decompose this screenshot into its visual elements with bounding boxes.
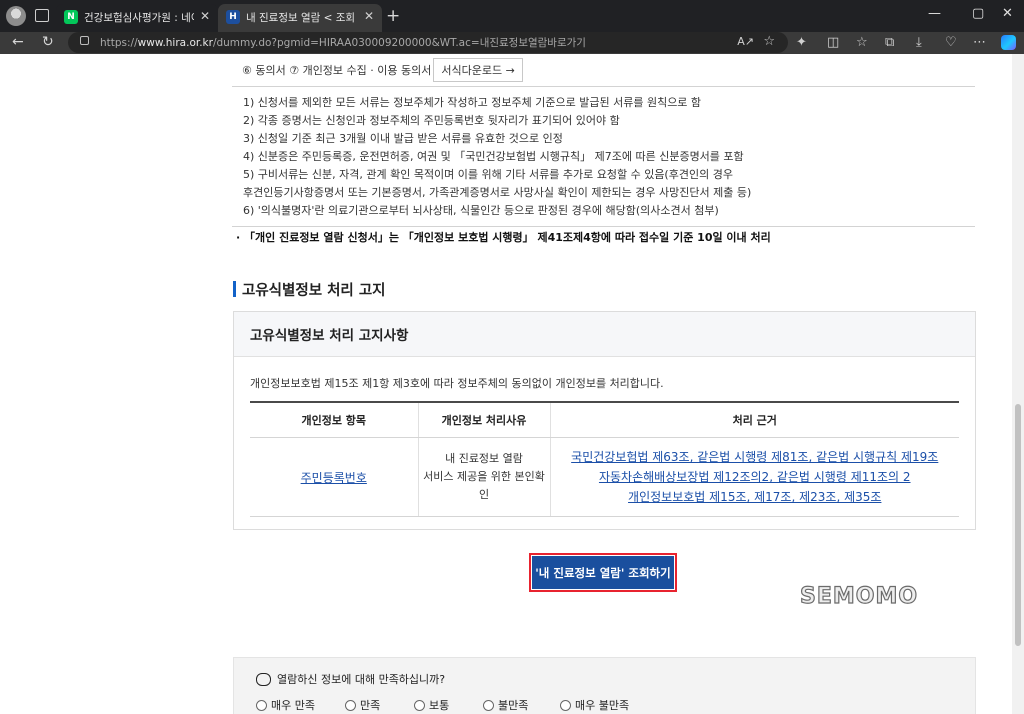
browser-tab-naver[interactable]: N 건강보험심사평가원 : 네이버 검색 ✕: [56, 4, 218, 32]
radio-icon[interactable]: [414, 699, 425, 711]
reason-line: 내 진료정보 열람: [445, 452, 523, 465]
watermark-text: SEMOMO: [799, 583, 919, 609]
browser-essentials-icon[interactable]: ♡: [945, 35, 957, 50]
survey-question: 열람하신 정보에 대해 만족하십니까?: [256, 671, 445, 687]
table-header-row: 개인정보 항목 개인정보 처리사유 처리 근거: [250, 402, 959, 438]
back-arrow-icon[interactable]: ←: [12, 34, 24, 50]
note-item: 5) 구비서류는 신분, 자격, 관계 확인 목적이며 이를 위해 기타 서류를…: [243, 168, 733, 181]
radio-icon[interactable]: [345, 699, 356, 711]
divider: [232, 226, 975, 227]
close-window-icon[interactable]: ✕: [1002, 6, 1013, 21]
read-aloud-icon[interactable]: A↗: [737, 35, 754, 48]
survey-option-very-satisfied[interactable]: 매우 만족: [256, 697, 315, 713]
note-item: 4) 신분증은 주민등록증, 운전면허증, 여권 및 「국민건강보험법 시행규칙…: [243, 150, 744, 163]
legal-basis-cell: 국민건강보험법 제63조, 같은법 시행령 제81조, 같은법 시행규칙 제19…: [549, 437, 959, 517]
survey-option-satisfied[interactable]: 만족: [345, 697, 380, 713]
notice-description: 개인정보보호법 제15조 제1항 제3호에 따라 정보주체의 동의없이 개인정보…: [250, 377, 664, 390]
notice-box: 고유식별정보 처리 고지사항 개인정보보호법 제15조 제1항 제3호에 따라 …: [233, 311, 976, 530]
table-row: 주민등록번호 내 진료정보 열람 서비스 제공을 위한 본인확 인 국민건강보험…: [250, 437, 959, 517]
processing-period-note: · 「개인 진료정보 열람 신청서」는 「개인정보 보호법 시행령」 제41조제…: [236, 231, 771, 244]
close-tab-icon[interactable]: ✕: [200, 9, 210, 23]
page-viewport: ⑥ 동의서 ⑦ 개인정보 수집 · 이용 동의서 서식다운로드 → 1) 신청서…: [0, 54, 1012, 714]
notes-list: 1) 신청서를 제외한 모든 서류는 정보주체가 작성하고 정보주체 기준으로 …: [243, 94, 751, 220]
survey-question-text: 열람하신 정보에 대해 만족하십니까?: [277, 673, 446, 686]
tab-title: 건강보험심사평가원 : 네이버 검색: [84, 12, 194, 24]
required-forms-line: ⑥ 동의서 ⑦ 개인정보 수집 · 이용 동의서 서식다운로드 →: [242, 54, 523, 86]
note-item: 3) 신청일 기준 최근 3개월 이내 발급 받은 서류를 유효한 것으로 인정: [243, 132, 563, 145]
divider: [232, 86, 975, 87]
reason-line: 서비스 제공을 위한 본인확: [423, 470, 545, 483]
form-download-button[interactable]: 서식다운로드 →: [433, 58, 523, 82]
lock-icon: [80, 36, 89, 45]
favorite-star-icon[interactable]: ☆: [763, 34, 775, 49]
extensions-puzzle-icon[interactable]: ✦: [796, 35, 807, 50]
reason-cell: 내 진료정보 열람 서비스 제공을 위한 본인확 인: [417, 437, 550, 517]
item-cell: 주민등록번호: [250, 437, 418, 517]
scrollbar-thumb[interactable]: [1015, 404, 1021, 646]
processing-basis-table: 개인정보 항목 개인정보 처리사유 처리 근거 주민등록번호 내 진료정보 열람…: [250, 401, 959, 517]
section-title: 고유식별정보 처리 고지: [233, 280, 386, 299]
section-title-text: 고유식별정보 처리 고지: [242, 282, 386, 299]
page-scrollbar[interactable]: [1012, 54, 1024, 714]
speech-bubble-icon: [256, 672, 271, 686]
new-tab-plus-icon[interactable]: +: [386, 6, 400, 26]
note-item: 1) 신청서를 제외한 모든 서류는 정보주체가 작성하고 정보주체 기준으로 …: [243, 96, 702, 109]
radio-icon[interactable]: [483, 699, 494, 711]
browser-tab-hira[interactable]: H 내 진료정보 열람 < 조회·신청 < 국민 ✕: [218, 4, 382, 32]
table-header: 처리 근거: [549, 402, 959, 438]
survey-option-very-dissatisfied[interactable]: 매우 불만족: [560, 697, 629, 713]
radio-icon[interactable]: [560, 699, 571, 711]
satisfaction-survey: 열람하신 정보에 대해 만족하십니까? 매우 만족 만족 보통 불만족 매우 불…: [233, 657, 976, 714]
naver-favicon-icon: N: [64, 10, 78, 24]
notice-box-title: 고유식별정보 처리 고지사항: [234, 312, 975, 357]
copilot-icon[interactable]: [1001, 35, 1016, 50]
table-header: 개인정보 항목: [250, 402, 418, 438]
favorites-icon[interactable]: ☆: [856, 35, 868, 50]
note-item: 후견인등기사항증명서 또는 기본증명서, 가족관계증명서로 사망사실 확인이 제…: [243, 186, 752, 199]
section-marker: [233, 281, 236, 297]
maximize-window-icon[interactable]: ▢: [972, 6, 984, 21]
hira-favicon-icon: H: [226, 10, 240, 24]
tab-bar: N 건강보험심사평가원 : 네이버 검색 ✕ H 내 진료정보 열람 < 조회·…: [0, 0, 1024, 32]
table-header: 개인정보 처리사유: [417, 402, 550, 438]
address-bar[interactable]: https://www.hira.or.kr/dummy.do?pgmid=HI…: [68, 32, 788, 53]
downloads-icon[interactable]: ⤓: [916, 35, 922, 50]
minimize-window-icon[interactable]: —: [928, 6, 941, 21]
law-link[interactable]: 개인정보보호법 제15조, 제17조, 제23조, 제35조: [628, 490, 881, 504]
law-link[interactable]: 자동차손해배상보장법 제12조의2, 같은법 시행령 제11조의 2: [599, 470, 911, 484]
profile-avatar-icon[interactable]: [6, 6, 26, 26]
url-text: https://www.hira.or.kr/dummy.do?pgmid=HI…: [100, 37, 586, 49]
resident-number-link[interactable]: 주민등록번호: [301, 471, 367, 485]
view-medical-info-button[interactable]: '내 진료정보 열람' 조회하기: [532, 556, 674, 589]
note-item: 2) 각종 증명서는 신청인과 정보주체의 주민등록번호 뒷자리가 표기되어 있…: [243, 114, 620, 127]
note-item: 6) '의식불명자'란 의료기관으로부터 뇌사상태, 식물인간 등으로 판정된 …: [243, 204, 719, 217]
radio-icon[interactable]: [256, 699, 267, 711]
browser-toolbar: ← ↻ https://www.hira.or.kr/dummy.do?pgmi…: [0, 32, 1024, 54]
survey-option-neutral[interactable]: 보통: [414, 697, 449, 713]
survey-option-dissatisfied[interactable]: 불만족: [483, 697, 528, 713]
forms-list-text: ⑥ 동의서 ⑦ 개인정보 수집 · 이용 동의서: [242, 64, 432, 77]
reason-line: 인: [478, 488, 490, 501]
collections-icon[interactable]: ⧉: [885, 35, 894, 50]
tab-title: 내 진료정보 열람 < 조회·신청 < 국민: [246, 12, 356, 24]
split-screen-icon[interactable]: ◫: [827, 35, 839, 50]
law-link[interactable]: 국민건강보험법 제63조, 같은법 시행령 제81조, 같은법 시행규칙 제19…: [571, 450, 938, 464]
close-tab-icon[interactable]: ✕: [364, 9, 374, 23]
refresh-icon[interactable]: ↻: [42, 34, 54, 50]
tab-actions-icon[interactable]: [35, 9, 49, 22]
more-menu-icon[interactable]: ⋯: [973, 35, 986, 50]
